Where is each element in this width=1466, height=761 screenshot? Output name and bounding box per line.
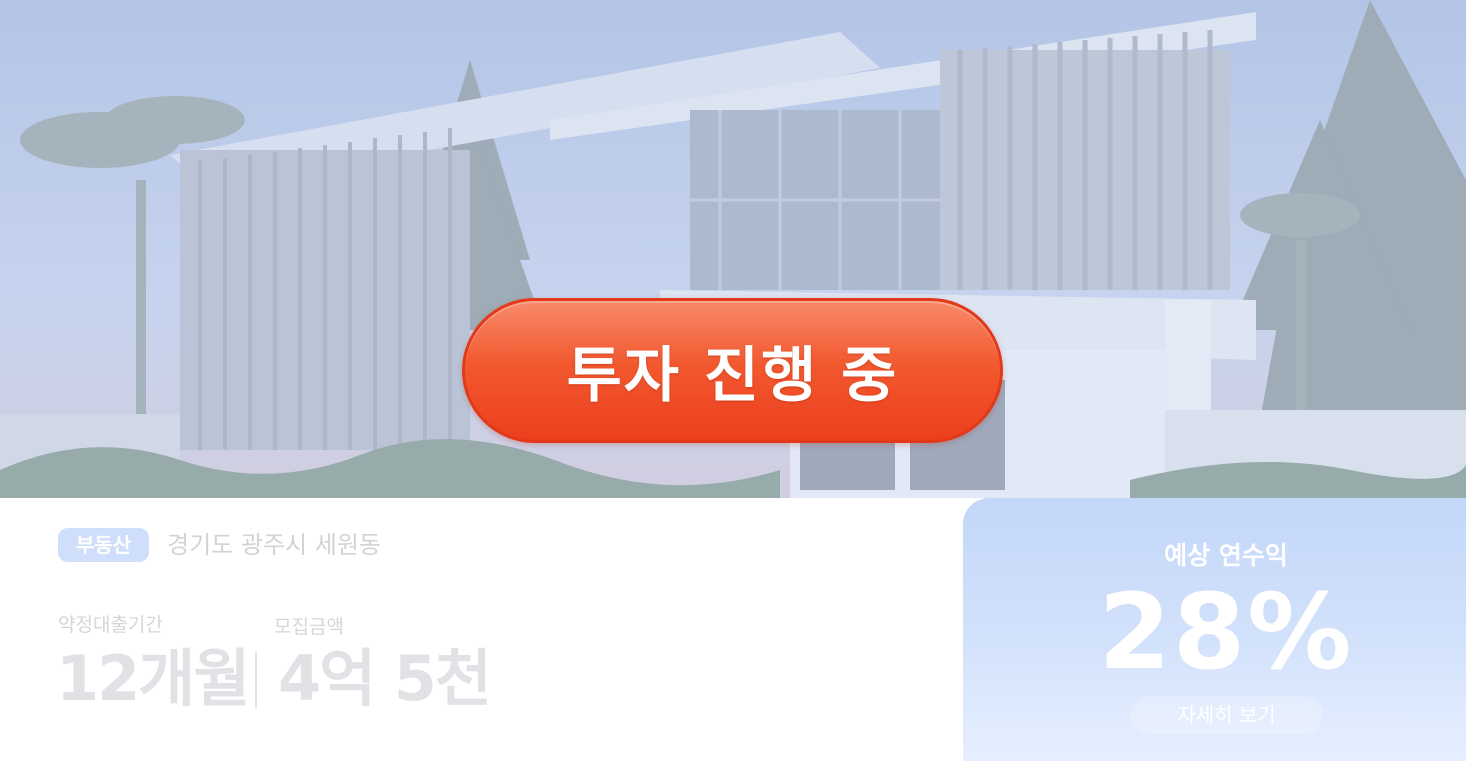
expected-yield-label: 예상 연수익 [1164, 541, 1288, 570]
funding-amount-value: 4억 5천 [278, 642, 492, 715]
loan-term-value: 12개월 [56, 642, 250, 715]
investment-status-button[interactable]: 투자 진행 중 [462, 298, 1003, 443]
funding-amount-label: 모집금액 [274, 616, 344, 638]
investment-info: 부동산 경기도 광주시 세원동 약정대출기간 모집금액 12개월 4억 5천 [0, 498, 963, 761]
expected-yield-value: 28% [1098, 571, 1354, 693]
category-badge: 부동산 [58, 528, 150, 562]
view-details-button[interactable]: 자세히 보기 [1130, 696, 1323, 734]
value-divider [255, 652, 257, 708]
property-location: 경기도 광주시 세원동 [167, 531, 381, 559]
loan-term-label: 약정대출기간 [58, 614, 163, 636]
investment-card[interactable]: 투자 진행 중 부동산 경기도 광주시 세원동 약정대출기간 모집금액 12개월… [0, 0, 1466, 761]
expected-yield-panel[interactable]: 예상 연수익 28% 자세히 보기 [963, 498, 1466, 761]
